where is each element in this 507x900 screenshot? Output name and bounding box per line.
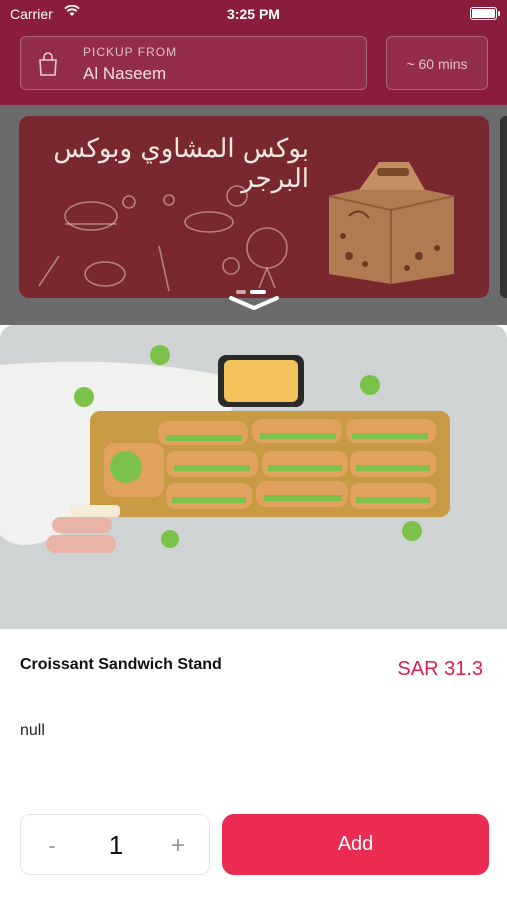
eta-badge: ~ 60 mins [386,36,488,90]
product-photo [0,325,507,629]
decrease-quantity-button[interactable]: - [37,815,67,876]
next-banner-peek[interactable] [500,116,507,298]
banner-page-indicator [236,281,276,294]
status-bar: Carrier 3:25 PM [0,0,507,28]
pickup-location-selector[interactable]: PICKUP FROM Al Naseem [20,36,367,90]
battery-icon [470,7,500,20]
product-detail-sheet: Croissant Sandwich Stand SAR 31.3 null -… [0,325,507,900]
shopping-bag-icon [39,52,57,76]
chevron-down-icon[interactable] [227,294,281,312]
pickup-label: PICKUP FROM [83,45,178,59]
food-box-image [328,162,455,284]
add-to-cart-button[interactable]: Add [222,814,489,875]
status-time: 3:25 PM [227,6,280,22]
quantity-value: 1 [108,830,124,860]
banner-headline: بوكس المشاوي وبوكس البرجر [53,134,309,194]
pickup-location: Al Naseem [83,64,167,83]
product-description: null [20,722,45,739]
promo-banner[interactable]: بوكس المشاوي وبوكس البرجر [19,116,489,298]
product-name: Croissant Sandwich Stand [20,656,222,673]
app-header: Carrier 3:25 PM PICKUP FROM Al Naseem ~ … [0,0,507,105]
increase-quantity-button[interactable]: + [163,815,193,876]
quantity-stepper[interactable]: - 1 + [20,814,210,875]
product-price: SAR 31.3 [397,658,483,680]
